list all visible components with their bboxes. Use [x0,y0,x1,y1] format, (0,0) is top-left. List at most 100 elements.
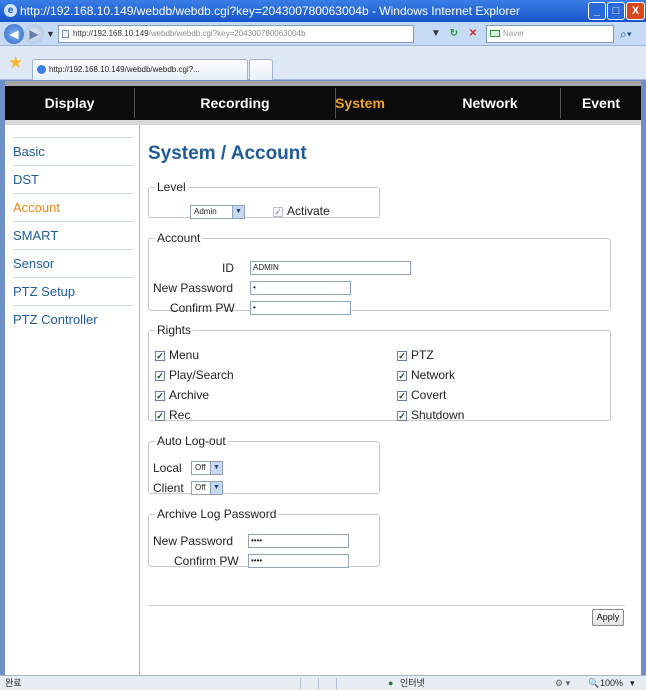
auto-logout-group: Auto Log-out Local Off ▼ Client Off ▼ [148,434,380,495]
right-covert-label: Covert [411,388,447,402]
close-button[interactable]: X [626,2,645,20]
address-input[interactable]: http://192.168.10.149/webdb/webdb.cgi?ke… [58,25,414,43]
tab-ie-icon [37,65,46,74]
address-host: http://192.168.10.149 [73,29,149,38]
zoom-level[interactable]: 100% [600,676,623,690]
client-select-value: Off [195,483,206,492]
history-dropdown-icon[interactable]: ▼ [46,29,55,39]
top-navigation: Display Recording System Network Event [5,81,641,125]
refresh-icon[interactable]: ↻ [446,26,462,42]
ie-icon: e [4,4,17,17]
divider [148,605,625,606]
level-select-value: Admin [194,207,217,216]
confirm-password-field[interactable]: • [250,301,351,315]
sidebar-item-sensor[interactable]: Sensor [13,249,133,277]
archive-confirm-field[interactable]: •••• [248,554,349,568]
zoom-icon[interactable]: 🔍 [588,676,599,690]
nav-system[interactable]: System [290,86,430,120]
status-bar: 완료 ● 인터넷 ⚙ ▾ 🔍 100% ▾ [0,675,646,690]
forward-button[interactable]: ▶ [24,24,44,44]
maximize-button[interactable]: □ [607,2,625,20]
right-shutdown-checkbox[interactable]: ✓ [397,411,407,421]
right-network-label: Network [411,368,456,382]
client-label: Client [153,481,184,495]
right-ptz-label: PTZ [411,348,434,362]
nav-event[interactable]: Event [561,86,641,120]
archive-log-legend: Archive Log Password [157,507,277,521]
level-legend: Level [157,180,186,194]
address-path: /webdb/webdb.cgi?key=204300780063004b [148,29,306,38]
status-divider [300,678,301,689]
activate-checkbox[interactable]: ✓ [273,207,283,217]
account-legend: Account [157,231,201,245]
chevron-down-icon: ▼ [210,462,222,474]
apply-button[interactable]: Apply [592,609,624,626]
window-titlebar: e http://192.168.10.149/webdb/webdb.cgi?… [0,0,646,22]
id-field[interactable]: ADMIN [250,261,411,275]
archive-new-password-field[interactable]: •••• [248,534,349,548]
right-menu-label: Menu [169,348,200,362]
tab-title: http://192.168.10.149/webdb/webdb.cgi?..… [49,65,200,74]
zone-text: 인터넷 [400,678,425,688]
favorites-star-icon[interactable]: ★ [8,54,23,72]
local-select[interactable]: Off ▼ [191,461,223,475]
right-rec-checkbox[interactable]: ✓ [155,411,165,421]
right-play-search-checkbox[interactable]: ✓ [155,371,165,381]
nav-network[interactable]: Network [435,86,545,120]
sidebar-item-ptz-setup[interactable]: PTZ Setup [13,277,133,305]
level-select[interactable]: Admin ▼ [190,205,245,219]
right-rec-label: Rec [169,408,191,422]
zoom-dropdown-icon[interactable]: ▾ [630,676,635,690]
window-title: http://192.168.10.149/webdb/webdb.cgi?ke… [20,4,521,18]
right-covert-checkbox[interactable]: ✓ [397,391,407,401]
right-shutdown-label: Shutdown [411,408,465,422]
new-password-label: New Password [153,281,234,295]
chevron-down-icon: ▼ [232,206,244,218]
new-tab-button[interactable] [249,59,273,80]
right-network-checkbox[interactable]: ✓ [397,371,407,381]
stop-icon[interactable]: ✕ [466,26,480,42]
protected-mode-icon[interactable]: ⚙ ▾ [555,676,570,690]
search-input[interactable]: Naver [486,25,614,43]
sidebar-item-account[interactable]: Account [13,193,133,221]
sidebar-item-ptz-controller[interactable]: PTZ Controller [13,305,133,333]
status-text: 완료 [5,678,22,688]
archive-new-password-label: New Password [153,534,234,548]
right-archive-checkbox[interactable]: ✓ [155,391,165,401]
confirm-password-label: Confirm PW [170,301,235,315]
web-page: Display Recording System Network Event B… [5,81,641,675]
account-group: Account ID ADMIN New Password • Confirm … [148,231,611,315]
page-title: System / Account [148,143,307,164]
activate-label: Activate [287,204,330,218]
id-label: ID [222,261,234,275]
new-password-field[interactable]: • [250,281,351,295]
auto-logout-legend: Auto Log-out [157,434,226,448]
page-icon [62,30,69,38]
sidebar-item-smart[interactable]: SMART [13,221,133,249]
status-divider [318,678,319,689]
local-select-value: Off [195,463,206,472]
right-menu-checkbox[interactable]: ✓ [155,351,165,361]
address-toolbar: ◀ ▶ ▼ http://192.168.10.149/webdb/webdb.… [0,22,646,46]
level-group: Level Admin ▼ ✓ Activate [148,180,380,219]
status-divider [336,678,337,689]
archive-confirm-label: Confirm PW [174,554,239,568]
search-icon[interactable]: ⌕▾ [620,25,642,43]
right-ptz-checkbox[interactable]: ✓ [397,351,407,361]
sidebar-item-basic[interactable]: Basic [13,137,133,165]
tabs-bar: ★ http://192.168.10.149/webdb/webdb.cgi?… [0,46,646,80]
right-play-search-label: Play/Search [169,368,234,382]
address-dropdown-icon[interactable]: ▼ [430,26,442,42]
naver-icon [490,30,500,37]
minimize-button[interactable]: _ [588,2,606,20]
client-select[interactable]: Off ▼ [191,481,223,495]
globe-icon: ● [388,678,394,688]
back-button[interactable]: ◀ [4,24,24,44]
tab-current[interactable]: http://192.168.10.149/webdb/webdb.cgi?..… [32,59,248,80]
sidebar-item-dst[interactable]: DST [13,165,133,193]
nav-display[interactable]: Display [5,86,134,120]
rights-group: Rights ✓ Menu ✓ Play/Search ✓ Archive ✓ … [148,323,611,422]
sidebar: Basic DST Account SMART Sensor PTZ Setup… [5,125,140,675]
local-label: Local [153,461,182,475]
archive-log-group: Archive Log Password New Password •••• C… [148,507,380,568]
